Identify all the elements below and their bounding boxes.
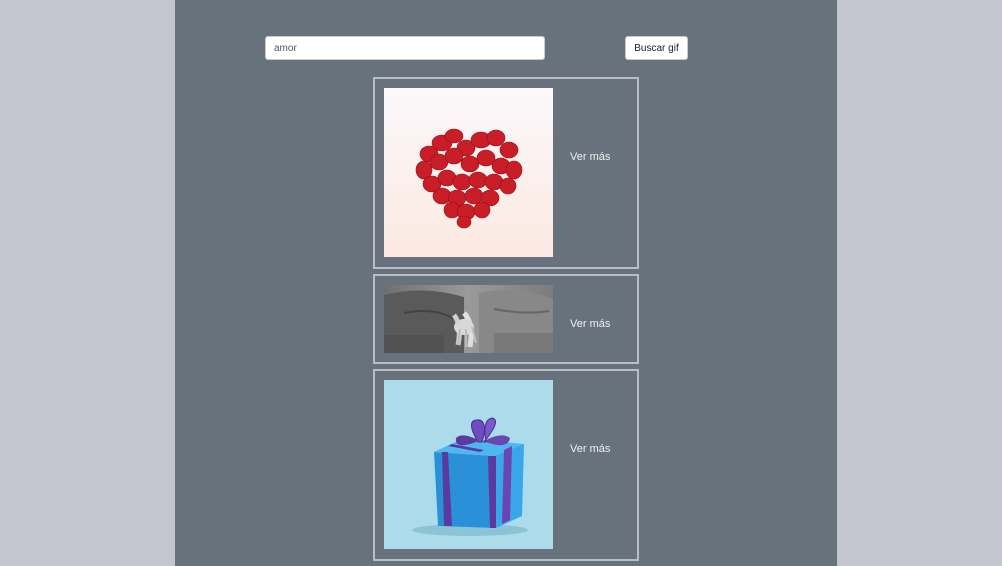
results-list: Ver más Ver más Ver más: [373, 77, 639, 566]
ver-mas-link[interactable]: Ver más: [570, 151, 610, 163]
ver-mas-link[interactable]: Ver más: [570, 318, 610, 330]
gif-image-gift-box[interactable]: [384, 380, 553, 549]
result-card: Ver más: [373, 274, 639, 364]
result-card: Ver más: [373, 369, 639, 561]
result-card: Ver más: [373, 77, 639, 269]
gif-search-panel: Buscar gif: [175, 0, 837, 566]
gif-image-holding-hands[interactable]: [384, 285, 553, 353]
ver-mas-link[interactable]: Ver más: [570, 443, 610, 455]
search-input[interactable]: [265, 36, 545, 60]
search-button[interactable]: Buscar gif: [625, 36, 688, 60]
gif-image-rose-heart[interactable]: [384, 88, 553, 257]
